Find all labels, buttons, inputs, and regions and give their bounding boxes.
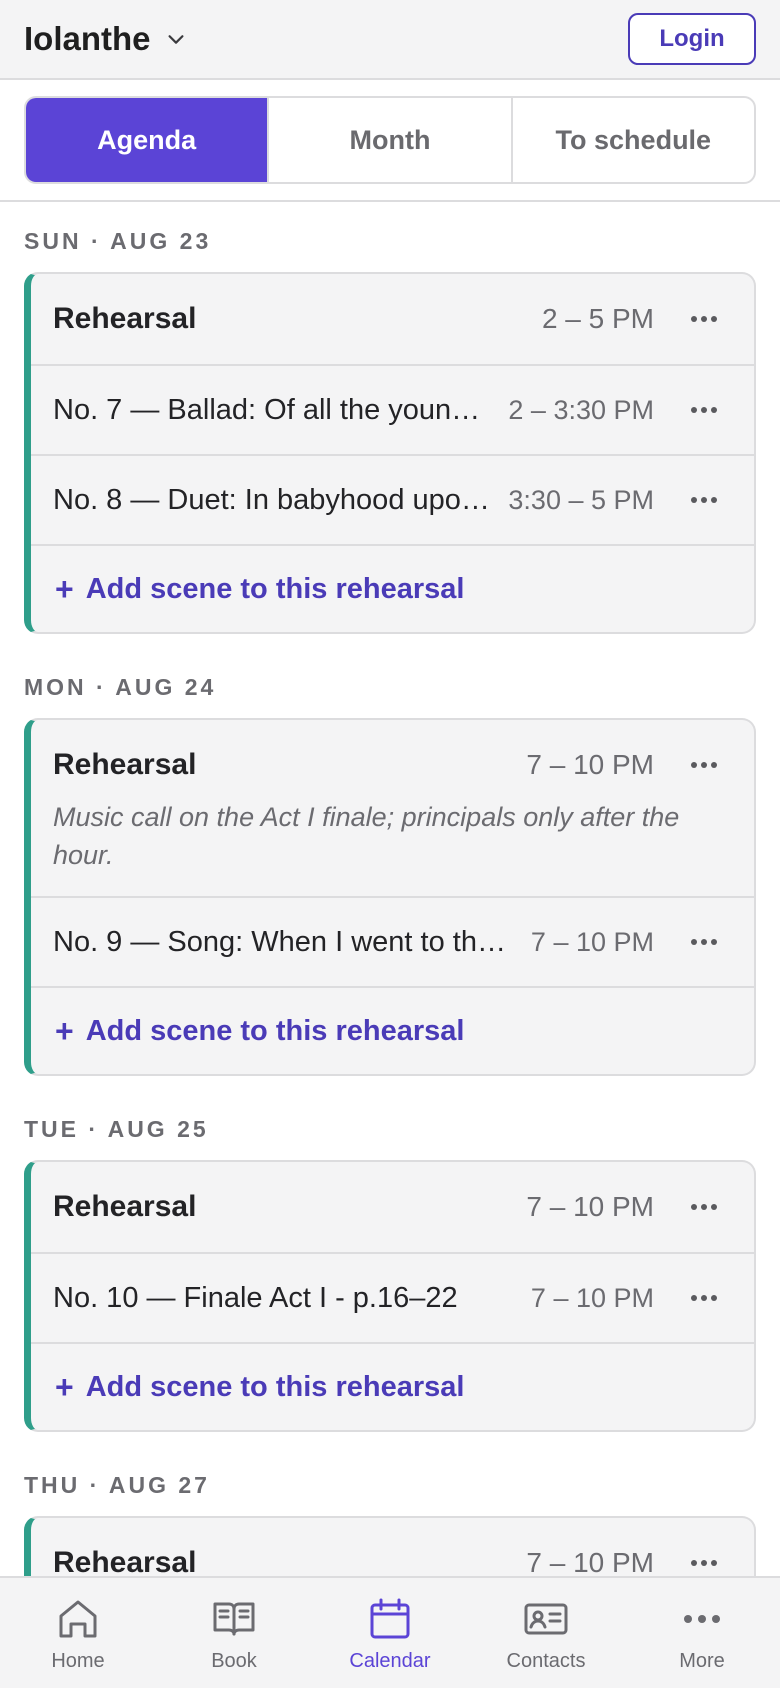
chevron-down-icon [165,20,187,58]
event-time: 7 – 10 PM [526,1547,654,1576]
scene-row[interactable]: No. 7 — Ballad: Of all the young ladies … [31,364,754,454]
event-card: Rehearsal 7 – 10 PM [24,1516,756,1576]
event-card: Rehearsal 7 – 10 PM Music call on the Ac… [24,718,756,1076]
more-horizontal-icon [691,497,717,503]
event-more-button[interactable] [654,315,734,323]
event-title: Rehearsal [53,302,197,335]
event-time: 7 – 10 PM [526,1191,654,1222]
event-card: Rehearsal 2 – 5 PM No. 7 — Ballad: Of al… [24,272,756,634]
tab-home[interactable]: Home [0,1578,156,1688]
event-card: Rehearsal 7 – 10 PM No. 10 — Finale Act … [24,1160,756,1432]
scene-title: No. 10 — Finale Act I - p.16–22 [53,1281,458,1314]
scene-title: No. 8 — Duet: In babyhood upon her lap I… [53,483,508,516]
scene-more-button[interactable] [654,496,734,504]
more-horizontal-icon [691,1560,717,1566]
view-switcher-bar: Agenda Month To schedule [0,80,780,202]
event-time: 7 – 10 PM [526,749,654,780]
day-header: MON · AUG 24 [24,674,217,700]
add-scene-button[interactable]: + Add scene to this rehearsal [31,986,754,1074]
scene-more-button[interactable] [654,938,734,946]
scene-time: 7 – 10 PM [530,926,654,957]
segment-to-schedule[interactable]: To schedule [510,98,754,182]
tab-label: Calendar [349,1650,431,1672]
segment-month[interactable]: Month [267,98,510,182]
calendar-icon [370,1598,410,1639]
tab-label: Home [51,1650,105,1672]
app-header: Iolanthe Login [0,0,780,80]
event-more-button[interactable] [654,761,734,769]
day-header: THU · AUG 27 [24,1472,210,1498]
more-horizontal-icon [691,762,717,768]
event-more-button[interactable] [654,1559,734,1567]
more-horizontal-icon [691,1295,717,1301]
add-scene-label: Add scene to this rehearsal [85,1370,465,1403]
day-header: TUE · AUG 25 [24,1116,209,1142]
scene-title: No. 7 — Ballad: Of all the young ladies … [53,393,508,426]
home-icon [59,1600,97,1638]
more-horizontal-icon [691,316,717,322]
project-name: Iolanthe [24,20,151,57]
login-button[interactable]: Login [628,13,756,65]
scene-time: 3:30 – 5 PM [508,484,654,515]
add-scene-button[interactable]: + Add scene to this rehearsal [31,1342,754,1430]
scene-row[interactable]: No. 9 — Song: When I went to the Bar as … [31,896,754,986]
bottom-tab-bar: Home Book Calendar Contacts More [0,1576,780,1688]
tab-book[interactable]: Book [156,1578,312,1688]
add-scene-button[interactable]: + Add scene to this rehearsal [31,544,754,632]
event-note: Music call on the Act I finale; principa… [53,802,680,870]
event-header-row[interactable]: Rehearsal 7 – 10 PM [31,1162,754,1252]
event-header-row[interactable]: Rehearsal 2 – 5 PM [31,274,754,364]
scene-row[interactable]: No. 10 — Finale Act I - p.16–22 7 – 10 P… [31,1252,754,1342]
more-horizontal-icon [691,939,717,945]
event-title: Rehearsal [53,1190,197,1223]
plus-icon: + [55,1368,74,1405]
more-horizontal-icon [691,1204,717,1210]
tab-label: More [679,1650,725,1672]
event-header-row[interactable]: Rehearsal 7 – 10 PM [31,1518,754,1576]
add-scene-label: Add scene to this rehearsal [85,572,465,605]
agenda-list[interactable]: SUN · AUG 23 Rehearsal 2 – 5 PM No. 7 — … [0,202,780,1576]
event-header-block[interactable]: Rehearsal 7 – 10 PM Music call on the Ac… [31,720,754,896]
scene-more-button[interactable] [654,1294,734,1302]
scene-time: 7 – 10 PM [530,1282,654,1313]
day-header: SUN · AUG 23 [24,228,212,254]
contact-card-icon [524,1603,568,1635]
scene-row[interactable]: No. 8 — Duet: In babyhood upon her lap I… [31,454,754,544]
event-title: Rehearsal [53,748,197,781]
tab-contacts[interactable]: Contacts [468,1578,624,1688]
segment-agenda[interactable]: Agenda [26,98,268,182]
plus-icon: + [55,570,74,607]
tab-calendar[interactable]: Calendar [312,1578,468,1688]
plus-icon: + [55,1012,74,1049]
scene-more-button[interactable] [654,406,734,414]
add-scene-label: Add scene to this rehearsal [85,1014,465,1047]
project-switcher[interactable]: Iolanthe [24,20,187,58]
event-time: 2 – 5 PM [541,303,654,334]
tab-more[interactable]: More [624,1578,780,1688]
more-horizontal-icon [691,407,717,413]
view-segmented-control: Agenda Month To schedule [24,96,756,184]
event-header-row: Rehearsal 7 – 10 PM [31,720,754,810]
event-title: Rehearsal [53,1546,197,1576]
tab-label: Book [211,1650,257,1672]
scene-title: No. 9 — Song: When I went to the Bar as … [53,925,531,958]
book-icon [213,1602,255,1636]
tab-label: Contacts [506,1650,586,1672]
more-icon [684,1615,720,1623]
scene-time: 2 – 3:30 PM [508,394,654,425]
event-more-button[interactable] [654,1203,734,1211]
